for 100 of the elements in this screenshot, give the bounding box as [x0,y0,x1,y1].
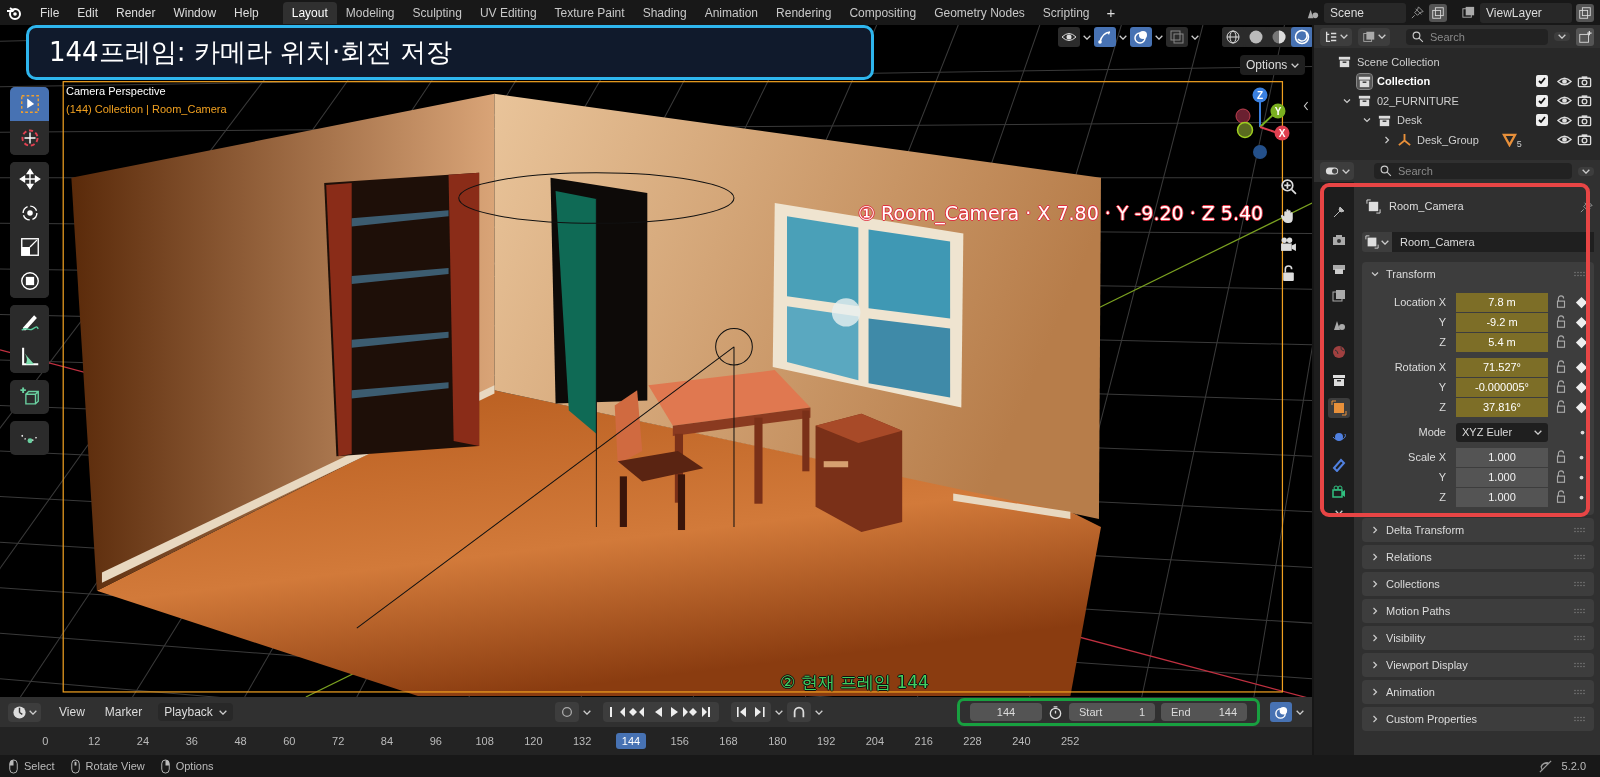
drag-handle-icon[interactable] [1574,662,1586,668]
snap-button[interactable] [787,702,811,722]
tree-item-label[interactable]: Desk [1397,114,1423,127]
unlock-icon[interactable] [1554,470,1568,484]
chevron-icon[interactable] [1370,660,1380,670]
editor-type-button[interactable] [1320,162,1354,180]
keyframe-diamond-icon[interactable] [1574,379,1589,395]
toggle-button[interactable] [1270,702,1292,722]
chevron-icon[interactable] [1370,687,1380,697]
rotation-mode-dropdown[interactable]: XYZ Euler [1456,422,1548,442]
unlock-icon[interactable] [1554,335,1568,349]
number-field[interactable]: 71.527° [1456,357,1548,377]
add-workspace-button[interactable]: + [1098,1,1124,24]
number-field[interactable]: 1.000 [1456,487,1548,507]
options-dropdown[interactable] [1578,166,1594,176]
playback-dropdown[interactable]: Playback [158,703,233,721]
panel-title[interactable]: Animation [1386,686,1435,698]
unlock-icon[interactable] [1554,295,1568,309]
options-dropdown[interactable]: Options [1240,55,1306,75]
workspace-tab[interactable]: Animation [695,1,768,24]
chevron-icon[interactable] [1382,134,1392,145]
app-logo-icon[interactable] [6,4,22,21]
menu-item[interactable]: Marker [96,703,151,721]
camera-icon[interactable] [1577,73,1592,89]
unlock-icon[interactable] [1554,315,1568,329]
new-view-layer-icon[interactable] [1576,3,1594,22]
workspace-tab[interactable]: Shading [633,1,696,24]
lock-icon[interactable] [1280,265,1297,282]
chevron-icon[interactable] [1370,525,1380,535]
menu-item[interactable]: Render [108,2,164,23]
workspace-tab[interactable]: Modeling [336,1,404,24]
sidebar-toggle-icon[interactable] [1302,99,1310,113]
drag-handle-icon[interactable] [1574,635,1586,641]
workspace-tab[interactable]: Layout [282,1,337,24]
panel-title[interactable]: Collections [1386,578,1440,590]
workspace-tab[interactable]: Sculpting [403,1,471,24]
menu-item[interactable]: Window [165,2,225,23]
checkbox[interactable] [1536,114,1548,127]
axis-handle[interactable] [1236,121,1254,139]
panel-title[interactable]: Visibility [1386,632,1426,644]
new-scene-icon[interactable] [1429,3,1447,22]
current-frame-field[interactable]: 144 [970,703,1042,721]
unlock-icon[interactable] [1554,450,1568,464]
panel-title[interactable]: Custom Properties [1386,713,1478,725]
number-field[interactable]: 1.000 [1456,447,1548,467]
shading-button[interactable] [1291,27,1312,47]
chevron-icon[interactable] [1370,633,1380,643]
keyframe-diamond-icon[interactable] [1574,399,1589,415]
number-field[interactable]: -0.000005° [1456,377,1548,397]
camera-icon[interactable] [1577,93,1592,109]
search-field[interactable]: Search [1374,163,1572,179]
drag-handle-icon[interactable] [1574,581,1586,587]
panel-title[interactable]: Relations [1386,551,1432,563]
workspace-tab[interactable]: Rendering [767,1,841,24]
number-field[interactable]: -9.2 m [1456,312,1548,332]
end-frame-field[interactable]: End 144 [1161,703,1247,721]
start-frame-field[interactable]: Start 1 [1069,703,1155,721]
panel-title[interactable]: Motion Paths [1386,605,1451,617]
chevron-icon[interactable] [1370,269,1380,279]
drag-handle-icon[interactable] [1574,554,1586,560]
toggle-button[interactable] [1166,27,1188,47]
workspace-tab[interactable]: Scripting [1033,1,1099,24]
object-type-dropdown[interactable] [1362,232,1392,252]
pin-icon[interactable] [1410,5,1425,20]
number-field[interactable]: 7.8 m [1456,292,1548,312]
zoom-icon[interactable] [1280,178,1297,195]
record-button[interactable] [555,702,579,722]
chevron-icon[interactable] [1370,552,1380,562]
menu-item[interactable]: Help [226,2,267,23]
drag-handle-icon[interactable] [1574,716,1586,722]
panel-title[interactable]: Delta Transform [1386,524,1465,536]
scene-field[interactable]: Scene [1324,2,1406,23]
camera-icon[interactable] [1280,236,1297,253]
camera-icon[interactable] [1577,112,1592,128]
tree-item-label[interactable]: Scene Collection [1357,55,1440,68]
checkbox[interactable] [1536,75,1548,88]
workspace-tab[interactable]: Compositing [840,1,926,24]
object-name-field[interactable]: Room_Camera [1392,232,1594,252]
checkbox[interactable] [1536,94,1548,107]
drag-handle-icon[interactable] [1574,527,1586,533]
axis-handle[interactable]: Z [1252,87,1268,103]
keyframe-diamond-icon[interactable] [1574,314,1589,330]
panel-title[interactable]: Viewport Display [1386,659,1468,671]
axis-handle[interactable] [1253,145,1267,159]
camera-icon[interactable] [1577,132,1592,148]
number-field[interactable]: 5.4 m [1456,332,1548,352]
menu-item[interactable]: View [51,703,93,721]
drag-handle-icon[interactable] [1574,608,1586,614]
tree-item-label[interactable]: Desk_Group [1417,133,1479,146]
keyframe-jump-controls[interactable] [731,702,771,722]
unlock-icon[interactable] [1554,400,1568,414]
unlock-icon[interactable] [1554,490,1568,504]
drag-handle-icon[interactable] [1574,689,1586,695]
axis-handle[interactable] [1235,108,1251,124]
filter-dropdown[interactable] [1554,32,1570,41]
number-field[interactable]: 37.816° [1456,397,1548,417]
toggle-button[interactable] [1130,27,1152,47]
unlock-icon[interactable] [1554,360,1568,374]
chevron-icon[interactable] [1370,606,1380,616]
chevron-icon[interactable] [1370,579,1380,589]
